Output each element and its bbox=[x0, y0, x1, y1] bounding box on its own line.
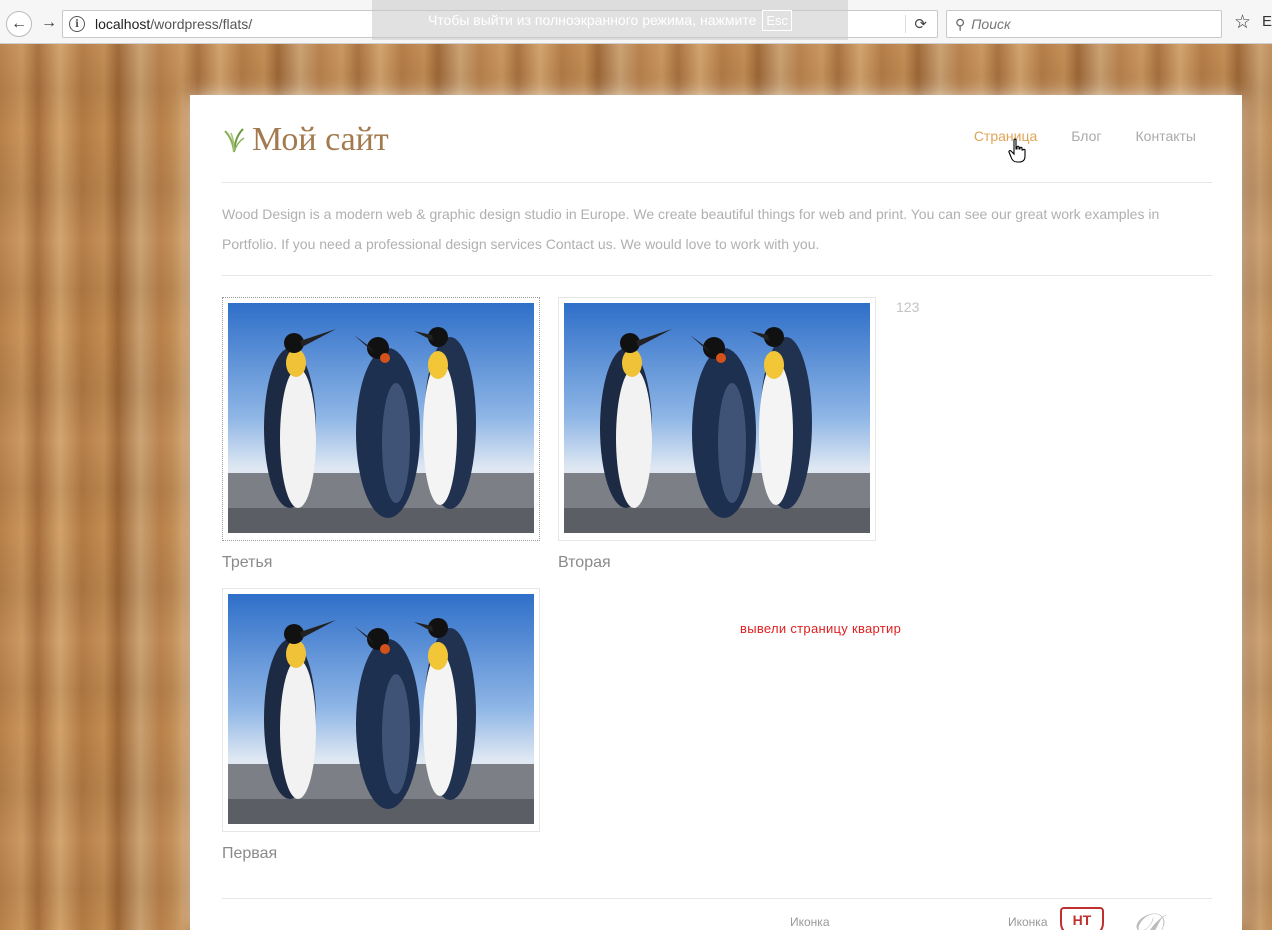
forward-button[interactable]: → bbox=[38, 12, 60, 34]
flat-card[interactable]: Третья bbox=[222, 297, 540, 572]
url-path: /wordpress/flats/ bbox=[150, 16, 253, 32]
toolbar-overflow-text: E bbox=[1262, 13, 1272, 30]
flat-thumbnail[interactable] bbox=[558, 297, 876, 541]
arrow-right-icon: → bbox=[41, 14, 57, 31]
penguins-image bbox=[564, 303, 870, 533]
footer-label: Иконка bbox=[790, 915, 830, 929]
search-placeholder: Поиск bbox=[971, 16, 1011, 32]
info-icon[interactable]: i bbox=[69, 16, 85, 32]
penguins-image bbox=[228, 303, 534, 533]
flat-card[interactable]: Вторая bbox=[558, 297, 876, 572]
page-container: Мой сайт Страница Блог Контакты Wood Des… bbox=[190, 95, 1242, 930]
site-title: Мой сайт bbox=[252, 121, 389, 158]
flat-thumbnail[interactable] bbox=[222, 588, 540, 832]
flat-card[interactable]: Первая bbox=[222, 588, 540, 863]
grass-leaf-icon bbox=[222, 127, 246, 153]
annotation-note: вывели страницу квартир bbox=[740, 621, 902, 636]
fullscreen-notice: Чтобы выйти из полноэкранного режима, на… bbox=[372, 0, 848, 40]
flat-thumbnail[interactable] bbox=[222, 297, 540, 541]
site-logo[interactable]: Мой сайт bbox=[222, 121, 389, 159]
footer-badge-icon: HT bbox=[1060, 907, 1104, 930]
url-text[interactable]: localhost/wordpress/flats/ bbox=[95, 16, 252, 32]
search-icon: ⚲ bbox=[955, 15, 966, 32]
site-header: Мой сайт Страница Блог Контакты bbox=[222, 95, 1212, 183]
fullscreen-notice-text: Чтобы выйти из полноэкранного режима, на… bbox=[427, 12, 757, 28]
arrow-left-icon: ← bbox=[11, 15, 27, 32]
menu-item-blog[interactable]: Блог bbox=[1071, 128, 1101, 144]
flat-title[interactable]: Первая bbox=[222, 845, 540, 863]
intro-text: Wood Design is a modern web & graphic de… bbox=[222, 199, 1212, 276]
hand-cursor-icon bbox=[1008, 138, 1026, 163]
reload-icon[interactable]: ⟳ bbox=[905, 15, 927, 33]
flat-title[interactable]: Вторая bbox=[558, 554, 876, 572]
menu-item-contacts[interactable]: Контакты bbox=[1136, 128, 1196, 144]
footer-divider bbox=[222, 898, 1212, 899]
footer-signature-icon: 𝒟 bbox=[1130, 905, 1161, 930]
footer-label: Иконка bbox=[1008, 915, 1048, 929]
flat-title[interactable]: Третья bbox=[222, 554, 540, 572]
url-host: localhost bbox=[95, 16, 151, 32]
bookmark-star-icon[interactable]: ☆ bbox=[1234, 11, 1251, 34]
esc-key-label: Esc bbox=[762, 9, 793, 31]
back-button[interactable]: ← bbox=[6, 11, 32, 37]
search-input[interactable]: ⚲ Поиск bbox=[946, 10, 1222, 38]
sidebar-text: 123 bbox=[896, 299, 920, 315]
penguins-image bbox=[228, 594, 534, 824]
